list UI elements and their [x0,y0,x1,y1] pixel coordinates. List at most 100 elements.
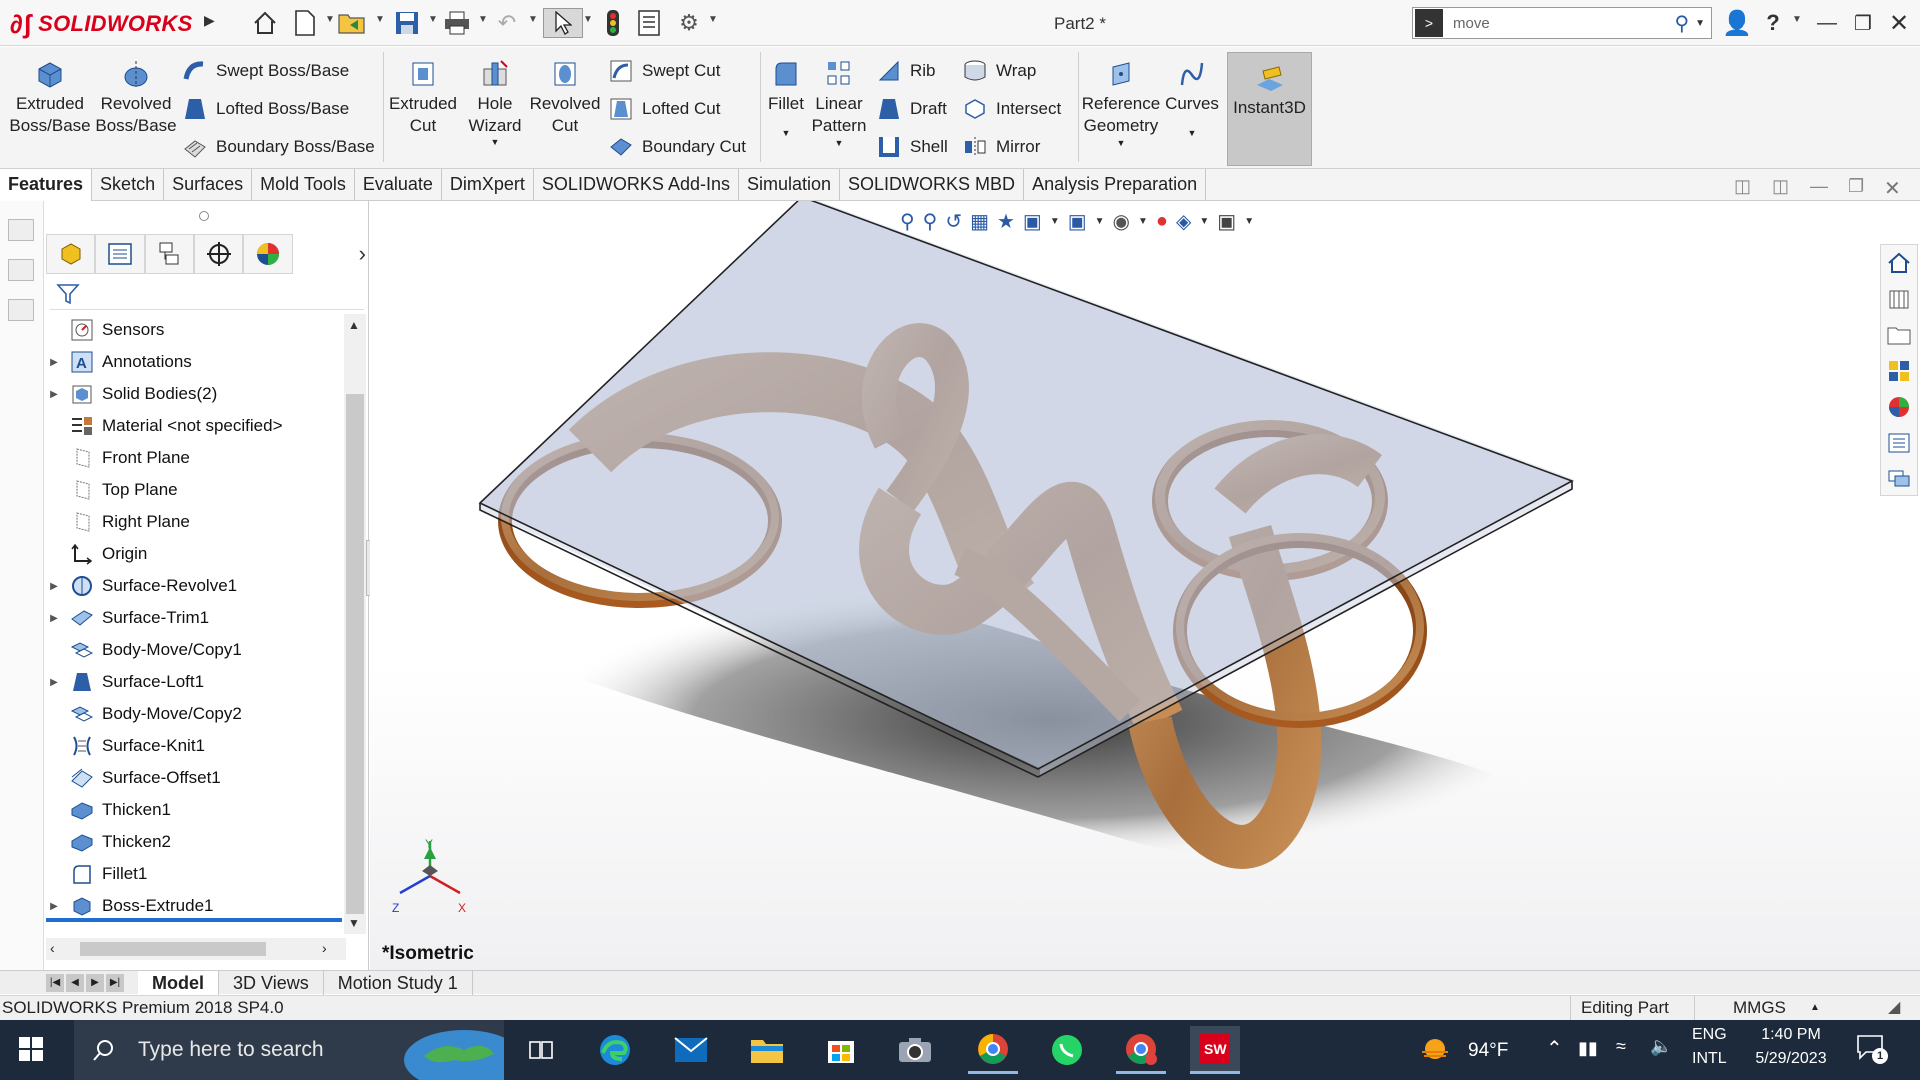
instant3d-button[interactable]: Instant3D [1227,52,1312,166]
tab-mold-tools[interactable]: Mold Tools [252,169,355,201]
scroll-right-icon[interactable]: › [322,940,327,956]
edit-appearance-icon[interactable]: ● [1156,210,1168,233]
view-settings-icon[interactable]: ▣ [1217,209,1236,234]
resize-grip-icon[interactable]: ◢ [1888,996,1900,1020]
dimxpert-manager-tab-icon[interactable] [193,234,244,274]
rollback-bar[interactable] [46,918,342,922]
expand-arrow-icon[interactable]: ▶ [44,389,64,400]
boundary-cut-button[interactable]: Boundary Cut [608,132,746,162]
chrome-icon[interactable] [968,1026,1018,1074]
tree-item[interactable]: Surface-Knit1 [44,730,344,762]
open-dropdown-icon[interactable]: ▼ [375,14,385,25]
tab-solidworks-add-ins[interactable]: SOLIDWORKS Add-Ins [534,169,739,201]
viewport-tile-right-icon[interactable]: ◫ [1772,176,1789,197]
expand-arrow-icon[interactable]: ▶ [44,901,64,912]
boundary-boss-button[interactable]: Boundary Boss/Base [182,132,375,162]
solidworks-forum-icon[interactable] [1881,461,1917,497]
hole-wizard-button[interactable]: Hole Wizard ▼ [460,51,530,147]
tab-features[interactable]: Features [0,169,93,201]
wifi-icon[interactable]: ≈ [1616,1036,1626,1057]
weather-temperature[interactable]: 94°F [1468,1040,1508,1062]
solidworks-resources-icon[interactable] [1881,245,1917,281]
tree-item[interactable]: Surface-Offset1 [44,762,344,794]
note-strip-icon[interactable] [8,299,34,321]
chrome-profile-icon[interactable] [1116,1026,1166,1074]
extruded-boss-button[interactable]: Extruded Boss/Base [6,51,94,137]
first-tab-icon[interactable]: |◀ [46,973,64,992]
undo-icon[interactable]: ↶ [492,8,522,38]
search-icon[interactable]: ⚲ [1674,11,1689,36]
lofted-cut-button[interactable]: Lofted Cut [608,94,720,124]
tree-item[interactable]: Body-Move/Copy2 [44,698,344,730]
tab-motion-study-1[interactable]: Motion Study 1 [324,970,473,995]
select-arrow-icon[interactable] [543,8,583,38]
apply-scene-icon[interactable]: ◈ [1176,209,1191,234]
select-dropdown-icon[interactable]: ▼ [583,14,593,25]
viewport-restore-icon[interactable]: ❐ [1848,176,1864,197]
prev-tab-icon[interactable]: ◀ [66,973,84,992]
expand-arrow-icon[interactable]: ▶ [44,677,64,688]
scroll-thumb[interactable] [346,394,364,914]
tree-item[interactable]: Thicken2 [44,826,344,858]
minimize-icon[interactable]: — [1812,8,1842,38]
extruded-cut-button[interactable]: Extruded Cut [386,51,460,137]
home-icon[interactable] [250,8,280,38]
notification-center-icon[interactable]: 1 [1856,1034,1888,1067]
viewport-close-icon[interactable]: ✕ [1884,176,1901,201]
tree-item[interactable]: Top Plane [44,474,344,506]
tree-filter[interactable] [50,278,364,310]
file-properties-icon[interactable] [634,8,664,38]
section-view-icon[interactable]: ▦ [970,209,989,234]
tab-surfaces[interactable]: Surfaces [164,169,253,201]
rib-button[interactable]: Rib [876,56,936,86]
taskbar-search[interactable]: Type here to search [74,1020,504,1080]
tab-dimxpert[interactable]: DimXpert [442,169,534,201]
tree-item[interactable]: ▶ Surface-Revolve1 [44,570,344,602]
tree-item[interactable]: Origin [44,538,344,570]
camera-icon[interactable] [890,1026,940,1074]
tab-evaluate[interactable]: Evaluate [355,169,442,201]
design-library-icon[interactable] [1881,281,1917,317]
last-tab-icon[interactable]: ▶| [106,973,124,992]
apply-scene-dropdown-icon[interactable]: ▼ [1199,216,1209,227]
search-dropdown-icon[interactable]: ▼ [1695,18,1705,29]
restore-icon[interactable]: ❐ [1848,8,1878,38]
reference-geometry-button[interactable]: Reference Geometry ▼ [1080,51,1162,149]
expand-arrow-icon[interactable]: ▶ [44,357,64,368]
battery-icon[interactable]: ▮▮ [1578,1038,1598,1059]
mirror-button[interactable]: Mirror [962,132,1040,162]
view-orientation-dropdown-icon[interactable]: ▼ [1050,216,1060,227]
viewport-tile-left-icon[interactable]: ◫ [1734,176,1751,197]
show-hidden-icons-icon[interactable]: ⌃ [1546,1036,1563,1061]
save-dropdown-icon[interactable]: ▼ [428,14,438,25]
options-dropdown-icon[interactable]: ▼ [708,14,718,25]
menu-expand-icon[interactable]: ▶ [204,12,215,29]
tab-sketch[interactable]: Sketch [92,169,165,201]
tree-item[interactable]: ▶ A Annotations [44,346,344,378]
language-indicator[interactable]: ENG INTL [1692,1026,1727,1068]
tree-item[interactable]: Sensors [44,314,344,346]
sketch-strip-icon[interactable] [8,219,34,241]
hide-show-dropdown-icon[interactable]: ▼ [1138,216,1148,227]
reference-geometry-dropdown-icon[interactable]: ▼ [1117,137,1126,149]
view-palette-icon[interactable] [1881,353,1917,389]
draft-button[interactable]: Draft [876,94,947,124]
search-input[interactable] [1453,14,1653,32]
fillet-button[interactable]: Fillet ▼ [763,51,809,151]
close-icon[interactable]: ✕ [1884,8,1914,38]
clock[interactable]: 1:40 PM 5/29/2023 [1746,1026,1836,1068]
task-view-icon[interactable] [516,1026,566,1074]
previous-view-icon[interactable]: ↺ [945,209,962,234]
save-icon[interactable] [392,8,422,38]
tree-item[interactable]: Right Plane [44,506,344,538]
smart-dimension-strip-icon[interactable] [8,259,34,281]
file-explorer-icon[interactable] [1881,317,1917,353]
command-search-box[interactable]: > ⚲ ▼ [1412,7,1712,39]
whatsapp-icon[interactable] [1042,1026,1092,1074]
tree-item[interactable]: ▶ Surface-Trim1 [44,602,344,634]
tab-analysis-preparation[interactable]: Analysis Preparation [1024,169,1207,201]
options-gear-icon[interactable]: ⚙ [674,8,704,38]
dynamic-annotation-icon[interactable]: ★ [997,209,1015,234]
graphics-area[interactable]: ⚲ ⚲ ↺ ▦ ★ ▣ ▼ ▣ ▼ ◉ ▼ ● ◈ ▼ ▣ ▼ Y X Z [370,196,1920,970]
weather-sun-icon[interactable] [1418,1034,1452,1069]
